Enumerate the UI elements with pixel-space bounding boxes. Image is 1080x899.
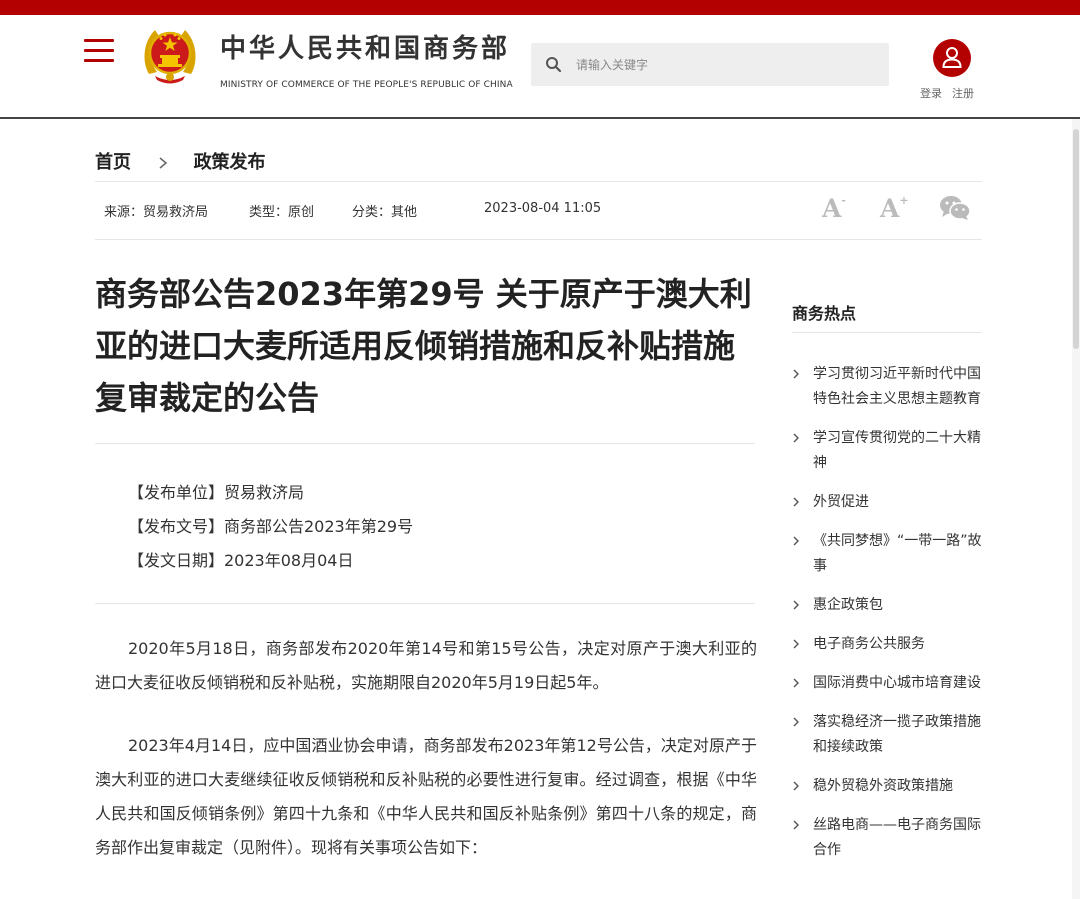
chevron-right-icon [793, 369, 799, 379]
search-input[interactable] [576, 43, 876, 86]
divider [95, 443, 755, 444]
site-title[interactable]: 中华人民共和国商务部 [220, 28, 510, 65]
hot-topic-item[interactable]: 学习宣传贯彻党的二十大精神 [792, 426, 982, 476]
article-title: 商务部公告2023年第29号 关于原产于澳大利亚的进口大麦所适用反倾销措施和反补… [95, 275, 752, 417]
divider [95, 603, 755, 604]
doc-number-line: 【发布文号】商务部公告2023年第29号 [128, 517, 414, 536]
wechat-icon[interactable] [939, 195, 971, 221]
hot-topic-item[interactable]: 外贸促进 [792, 490, 982, 515]
chevron-right-icon [793, 781, 799, 791]
hot-topic-item[interactable]: 电子商务公共服务 [792, 632, 982, 657]
hot-topic-item[interactable]: 《共同梦想》“一带一路”故事 [792, 529, 982, 579]
meta-category: 分类：其他 [352, 205, 418, 220]
article-paragraph: 2020年5月18日，商务部发布2020年第14号和第15号公告，决定对原产于澳… [95, 639, 757, 692]
chevron-right-icon [793, 639, 799, 649]
chevron-right-icon [159, 156, 168, 169]
meta-type: 类型：原创 [249, 205, 315, 220]
hot-topic-item[interactable]: 丝路电商——电子商务国际合作 [792, 813, 982, 863]
user-icon[interactable] [933, 39, 971, 77]
hot-topics-list: 学习贯彻习近平新时代中国特色社会主义思想主题教育 学习宣传贯彻党的二十大精神 外… [792, 362, 982, 877]
hot-topic-item[interactable]: 稳外贸稳外资政策措施 [792, 774, 982, 799]
chevron-right-icon [793, 536, 799, 546]
search-box[interactable] [531, 43, 889, 86]
menu-icon[interactable] [84, 37, 114, 63]
breadcrumb: 首页 政策发布 [95, 148, 266, 174]
register-link[interactable]: 注册 [952, 87, 974, 100]
chevron-right-icon [793, 600, 799, 610]
chevron-right-icon [793, 497, 799, 507]
article-paragraph: 2023年4月14日，应中国酒业协会申请，商务部发布2023年第12号公告，决定… [95, 736, 757, 857]
divider [792, 332, 982, 333]
hot-topic-item[interactable]: 国际消费中心城市培育建设 [792, 671, 982, 696]
font-increase-button[interactable]: A+ [880, 194, 909, 223]
page-scrollbar[interactable] [1072, 119, 1080, 899]
login-link[interactable]: 登录 [920, 87, 942, 100]
chevron-right-icon [793, 433, 799, 443]
hot-topic-item[interactable]: 惠企政策包 [792, 593, 982, 618]
breadcrumb-home[interactable]: 首页 [95, 152, 131, 173]
scrollbar-thumb[interactable] [1073, 129, 1079, 349]
chevron-right-icon [793, 820, 799, 830]
national-emblem-icon[interactable] [139, 20, 201, 86]
user-links: 登录 注册 [920, 85, 974, 101]
meta-source: 来源：贸易救济局 [104, 205, 209, 220]
header-divider [0, 117, 1080, 119]
issuer-line: 【发布单位】贸易救济局 [128, 483, 305, 502]
chevron-right-icon [793, 678, 799, 688]
top-red-bar [0, 0, 1080, 15]
breadcrumb-current[interactable]: 政策发布 [194, 152, 266, 173]
meta-datetime: 2023-08-04 11:05 [484, 201, 602, 216]
divider [95, 181, 982, 182]
divider [95, 239, 982, 240]
sidebar-title: 商务热点 [792, 304, 857, 323]
site-subtitle: MINISTRY OF COMMERCE OF THE PEOPLE'S REP… [220, 80, 513, 90]
hot-topic-item[interactable]: 学习贯彻习近平新时代中国特色社会主义思想主题教育 [792, 362, 982, 412]
search-icon[interactable] [545, 56, 562, 73]
chevron-right-icon [793, 717, 799, 727]
hot-topic-item[interactable]: 落实稳经济一揽子政策措施和接续政策 [792, 710, 982, 760]
font-decrease-button[interactable]: A- [822, 194, 846, 223]
issue-date-line: 【发文日期】2023年08月04日 [128, 551, 354, 570]
